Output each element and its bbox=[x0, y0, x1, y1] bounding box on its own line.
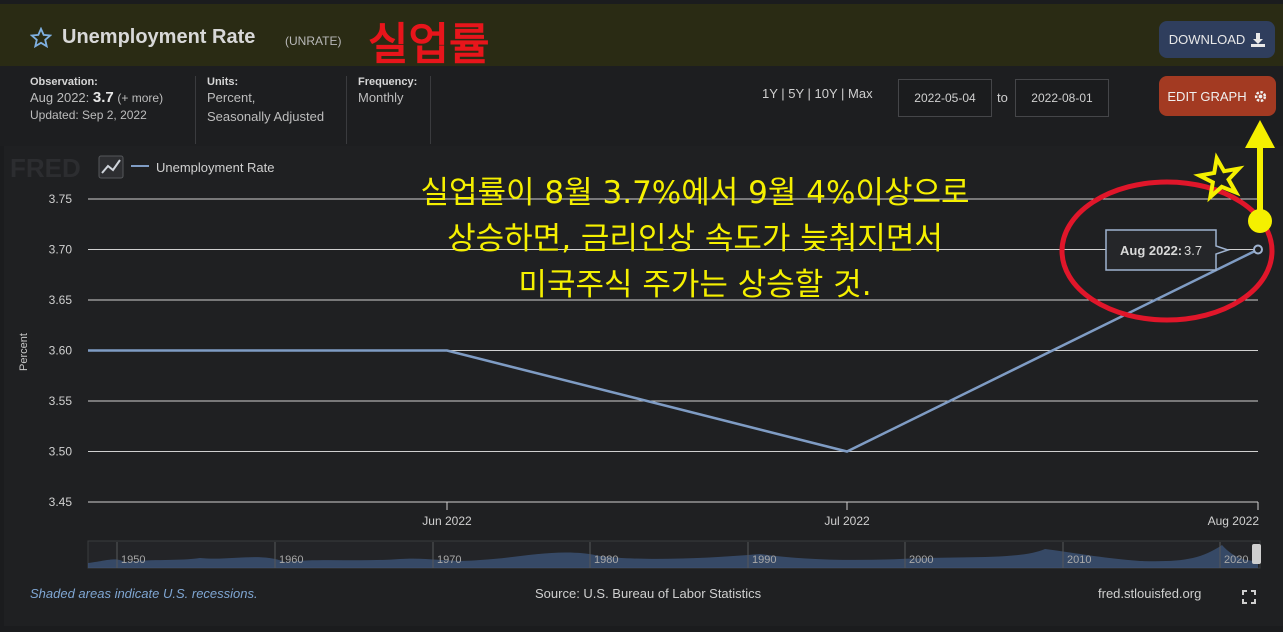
navigator-year-label: 1950 bbox=[121, 554, 145, 566]
value-tooltip: Aug 2022: 3.7 bbox=[1105, 229, 1231, 271]
y-tick-label: 3.55 bbox=[49, 394, 73, 408]
y-axis-label: Percent bbox=[18, 333, 30, 371]
y-tick-label: 3.45 bbox=[49, 495, 73, 509]
navigator[interactable]: 1950 1960 1970 1980 1990 2000 2010 2020 bbox=[87, 540, 1261, 569]
navigator-year-label: 2000 bbox=[909, 554, 933, 566]
annotation-line-2: 상승하면, 금리인상 속도가 늦춰지면서 bbox=[447, 221, 943, 257]
x-tick-label: Jul 2022 bbox=[824, 514, 870, 528]
annotation-yellow-text: 실업률이 8월 3.7%에서 9월 4%이상으로 상승하면, 금리인상 속도가 … bbox=[340, 170, 1050, 308]
y-tick-label: 3.75 bbox=[49, 192, 73, 206]
site-link[interactable]: fred.stlouisfed.org bbox=[1098, 586, 1201, 601]
navigator-year-label: 2010 bbox=[1067, 554, 1091, 566]
y-tick-label: 3.60 bbox=[49, 344, 73, 358]
fred-page: Unemployment Rate (UNRATE) 실업률 DOWNLOAD … bbox=[0, 0, 1283, 632]
fred-watermark: FRED bbox=[10, 153, 81, 183]
navigator-year-label: 1990 bbox=[752, 554, 776, 566]
annotation-line-3: 미국주식 주가는 상승할 것. bbox=[518, 267, 872, 303]
chart-icon bbox=[98, 155, 124, 179]
annotation-line-1: 실업률이 8월 3.7%에서 9월 4%이상으로 bbox=[420, 175, 970, 211]
navigator-year-label: 1970 bbox=[437, 554, 461, 566]
chart-svg: FRED Unemployment Rate Percent 3.75 3.70 3… bbox=[4, 120, 1283, 626]
navigator-year-label: 1980 bbox=[594, 554, 618, 566]
x-tick-label: Jun 2022 bbox=[422, 514, 472, 528]
legend-label: Unemployment Rate bbox=[156, 160, 275, 175]
y-tick-label: 3.50 bbox=[49, 445, 73, 459]
navigator-year-label: 2020 bbox=[1224, 554, 1248, 566]
source-note: Source: U.S. Bureau of Labor Statistics bbox=[535, 586, 762, 601]
x-tick-label: Aug 2022 bbox=[1208, 514, 1260, 528]
y-tick-label: 3.70 bbox=[49, 243, 73, 257]
navigator-handle[interactable] bbox=[1252, 544, 1261, 564]
fullscreen-icon[interactable] bbox=[1242, 590, 1256, 604]
y-tick-label: 3.65 bbox=[49, 293, 73, 307]
tooltip-label: Aug 2022: bbox=[1120, 243, 1182, 258]
recessions-note: Shaded areas indicate U.S. recessions. bbox=[30, 586, 258, 601]
last-point-marker[interactable] bbox=[1253, 244, 1263, 255]
navigator-year-label: 1960 bbox=[279, 554, 303, 566]
tooltip-value: 3.7 bbox=[1184, 243, 1202, 258]
